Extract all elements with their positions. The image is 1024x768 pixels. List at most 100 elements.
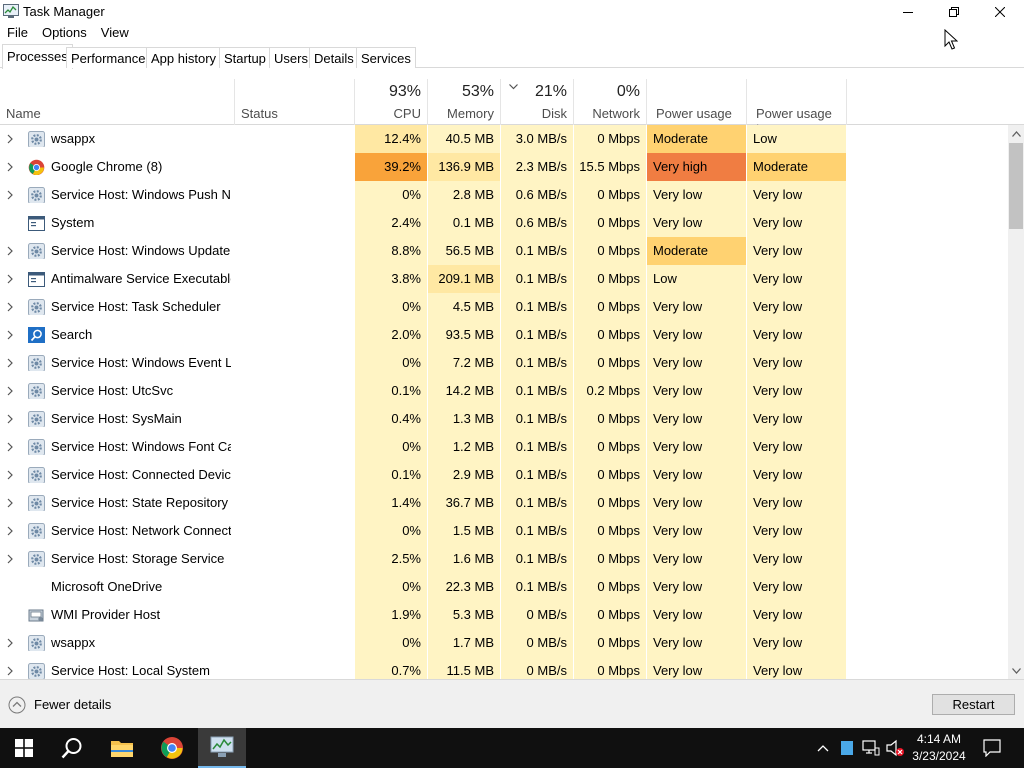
tab-app-history[interactable]: App history (146, 47, 222, 68)
cpu-value: 1.9% (355, 601, 427, 629)
header-power-trend[interactable]: Power usage t... (747, 79, 847, 136)
process-row[interactable]: Service Host: Task Scheduler 0% 4.5 MB 0.1 … (0, 293, 1008, 321)
expand-chevron-icon[interactable] (7, 153, 17, 181)
volume-button[interactable] (884, 728, 906, 768)
header-memory[interactable]: 53% Memory (428, 79, 501, 125)
cpu-value: 0% (355, 181, 427, 209)
fewer-details-link[interactable]: Fewer details (34, 697, 111, 712)
memory-value: 14.2 MB (428, 377, 500, 405)
restart-button[interactable]: Restart (932, 694, 1015, 715)
minimize-button[interactable] (885, 0, 931, 23)
expand-chevron-icon[interactable] (7, 377, 17, 405)
expand-chevron-icon[interactable] (7, 517, 17, 545)
menu-view[interactable]: View (94, 23, 136, 43)
scroll-down-button[interactable] (1008, 662, 1024, 679)
process-row[interactable]: Service Host: Windows Event Log 0% 7.2 MB 0… (0, 349, 1008, 377)
network-value: 0 Mbps (574, 657, 646, 679)
expand-chevron-icon[interactable] (7, 433, 17, 461)
notification-icon (983, 739, 1001, 757)
process-row[interactable]: Service Host: Network Connecti... 0% 1.5 M… (0, 517, 1008, 545)
close-button[interactable] (977, 0, 1023, 23)
tray-app-button[interactable] (838, 728, 856, 768)
expand-chevron-icon[interactable] (7, 461, 17, 489)
network-value: 0 Mbps (574, 237, 646, 265)
taskbar-chrome[interactable] (148, 728, 196, 768)
sort-descending-icon (509, 84, 518, 90)
expand-chevron-icon[interactable] (7, 629, 17, 657)
action-center-button[interactable] (978, 728, 1006, 768)
chrome-icon (161, 737, 183, 759)
process-row[interactable]: Service Host: Connected Device... 0.1% 2.9… (0, 461, 1008, 489)
expand-chevron-icon[interactable] (7, 125, 17, 153)
tab-startup[interactable]: Startup (219, 47, 271, 68)
tab-processes[interactable]: Processes (2, 44, 73, 69)
expand-chevron-icon[interactable] (7, 489, 17, 517)
expand-chevron-icon[interactable] (7, 545, 17, 573)
expand-chevron-icon[interactable] (7, 237, 17, 265)
disk-value: 0.6 MB/s (501, 181, 573, 209)
chevron-up-icon (1011, 130, 1021, 137)
process-name: wsappx (51, 635, 96, 650)
expand-chevron-icon[interactable] (7, 657, 17, 679)
process-row[interactable]: Service Host: Local System 0.7% 11.5 MB 0 M… (0, 657, 1008, 679)
gear-icon (28, 354, 45, 371)
process-name: WMI Provider Host (51, 607, 161, 622)
network-status-button[interactable] (860, 728, 882, 768)
scroll-up-button[interactable] (1008, 125, 1024, 142)
taskbar-file-explorer[interactable] (98, 728, 146, 768)
process-row[interactable]: Service Host: State Repository S... 1.4%3… (0, 489, 1008, 517)
memory-value: 5.3 MB (428, 601, 500, 629)
restore-button[interactable] (931, 0, 977, 23)
expand-chevron-icon[interactable] (7, 293, 17, 321)
tab-performance[interactable]: Performance (66, 47, 151, 68)
tab-services[interactable]: Services (356, 47, 416, 68)
menu-options[interactable]: Options (35, 23, 94, 43)
process-row[interactable]: wsappx 12.4% 40.5 MB 3.0 MB/s 0 Mbps Moderate… (0, 125, 1008, 153)
process-row[interactable]: Service Host: UtcSvc 0.1% 14.2 MB 0.1 MB/s 0… (0, 377, 1008, 405)
expand-chevron-icon[interactable] (7, 265, 17, 293)
fewer-details-icon[interactable] (8, 696, 26, 714)
disk-value: 0.1 MB/s (501, 237, 573, 265)
header-power[interactable]: Power usage (647, 79, 747, 125)
taskbar-search-button[interactable] (48, 728, 96, 768)
process-row[interactable]: Search 2.0% 93.5 MB 0.1 MB/s 0 Mbps Very low V… (0, 321, 1008, 349)
process-row[interactable]: Service Host: Storage Service 2.5% 1.6 MB 0… (0, 545, 1008, 573)
start-button[interactable] (0, 728, 48, 768)
header-status[interactable]: Status (235, 79, 355, 125)
menu-file[interactable]: File (0, 23, 35, 43)
show-hidden-icons-button[interactable] (814, 728, 832, 768)
expand-chevron-icon[interactable] (7, 181, 17, 209)
tab-details[interactable]: Details (309, 47, 359, 68)
taskbar-clock[interactable]: 4:14 AM 3/23/2024 (905, 731, 973, 765)
expand-chevron-icon[interactable] (7, 405, 17, 433)
memory-value: 2.8 MB (428, 181, 500, 209)
process-row[interactable]: Service Host: Windows Font Ca... 0% 1.2 MB… (0, 433, 1008, 461)
process-row[interactable]: WMI Provider Host 1.9% 5.3 MB 0 MB/s 0 Mbps V… (0, 601, 1008, 629)
power-usage-value: Very low (647, 629, 746, 657)
process-row[interactable]: wsappx 0% 1.7 MB 0 MB/s 0 Mbps Very low Very l… (0, 629, 1008, 657)
window-title: Task Manager (23, 4, 105, 19)
process-row[interactable]: Microsoft OneDrive 0% 22.3 MB 0.1 MB/s 0 Mbp… (0, 573, 1008, 601)
power-trend-value: Very low (747, 657, 846, 679)
process-row[interactable]: Service Host: Windows Update 8.8% 56.5 MB 0… (0, 237, 1008, 265)
vertical-scrollbar[interactable] (1008, 125, 1024, 679)
expand-chevron-icon[interactable] (7, 349, 17, 377)
power-usage-value: Very low (647, 545, 746, 573)
process-row[interactable]: Antimalware Service Executable 3.8% 209.1 … (0, 265, 1008, 293)
scrollbar-thumb[interactable] (1009, 143, 1023, 229)
tab-users[interactable]: Users (269, 47, 313, 68)
power-usage-value: Very low (647, 405, 746, 433)
process-row[interactable]: Service Host: Windows Push No... 0% 2.8 MB… (0, 181, 1008, 209)
taskbar-task-manager[interactable] (198, 728, 246, 768)
disk-value: 0.1 MB/s (501, 461, 573, 489)
header-cpu[interactable]: 93% CPU (355, 79, 428, 125)
power-usage-value: Very low (647, 377, 746, 405)
process-row[interactable]: Service Host: SysMain 0.4% 1.3 MB 0.1 MB/s 0… (0, 405, 1008, 433)
power-trend-value: Very low (747, 573, 846, 601)
process-row[interactable]: System 2.4% 0.1 MB 0.6 MB/s 0 Mbps Very low Ve… (0, 209, 1008, 237)
header-name[interactable]: Name (0, 79, 235, 125)
expand-chevron-icon[interactable] (7, 321, 17, 349)
taskbar: 4:14 AM 3/23/2024 (0, 728, 1024, 768)
header-network[interactable]: 0% Network (574, 79, 647, 125)
process-row[interactable]: Google Chrome (8) 39.2% 136.9 MB 2.3 MB/s 15… (0, 153, 1008, 181)
